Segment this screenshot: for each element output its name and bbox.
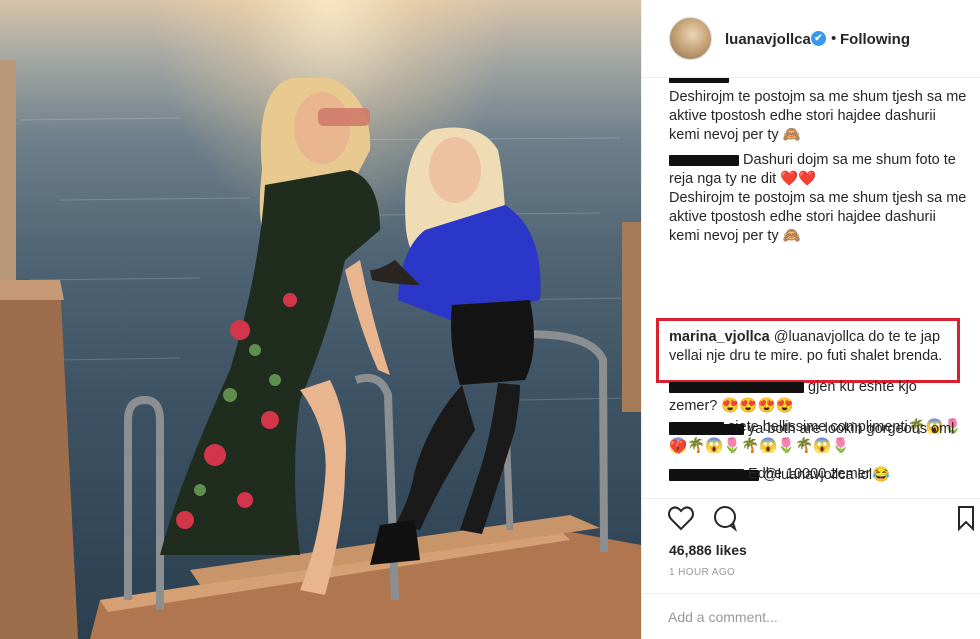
following-button[interactable]: Following: [840, 31, 910, 48]
bookmark-icon[interactable]: [951, 503, 980, 533]
add-comment-bar: [642, 593, 980, 639]
post-side-panel: luanavjollca ✔ • Following Deshirojm te …: [641, 0, 980, 639]
redacted-username[interactable]: [669, 423, 744, 435]
redacted-username[interactable]: [669, 154, 739, 166]
comment-item: Edhe 10000 zemer: [669, 465, 969, 484]
separator-dot: •: [831, 30, 837, 47]
comment-text: Deshirojm te postojm sa me shum tjesh sa…: [669, 190, 967, 244]
redacted-username[interactable]: [669, 468, 744, 480]
photo-scene: [0, 60, 641, 639]
likes-count[interactable]: 46,886 likes: [669, 542, 747, 558]
comment-item: ya both are lookin gorgeous oml💔: [669, 420, 969, 458]
comment-username[interactable]: marina_vjollca: [669, 329, 770, 345]
comment-item: Deshirojm te postojm sa me shum tjesh sa…: [669, 88, 969, 145]
comment-item: gjen ku eshte kjo zemer? 😍😍😍😍: [669, 378, 969, 416]
comment-item: Deshirojm te postojm sa me shum tjesh sa…: [669, 189, 969, 246]
redacted-username: [669, 78, 729, 83]
avatar[interactable]: [669, 17, 712, 60]
comment-text: Edhe 10000 zemer: [748, 466, 871, 482]
comment-item: Dashuri dojm sa me shum foto te reja nga…: [669, 151, 969, 189]
comment-item-highlighted: marina_vjollca @luanavjollca do te te ja…: [669, 328, 959, 366]
action-bar: [642, 498, 980, 538]
comment-icon[interactable]: [710, 503, 740, 533]
post-header: luanavjollca ✔ • Following: [642, 0, 980, 78]
comment-item: [669, 78, 969, 87]
header-username[interactable]: luanavjollca: [725, 31, 811, 48]
verified-icon: ✔: [811, 31, 826, 46]
post-timestamp: 1 HOUR AGO: [669, 567, 736, 578]
post-photo[interactable]: [0, 0, 641, 639]
redacted-username[interactable]: [669, 381, 804, 393]
comment-text: Deshirojm te postojm sa me shum tjesh sa…: [669, 89, 967, 143]
add-comment-input[interactable]: [668, 606, 958, 628]
heart-icon[interactable]: [666, 503, 696, 533]
